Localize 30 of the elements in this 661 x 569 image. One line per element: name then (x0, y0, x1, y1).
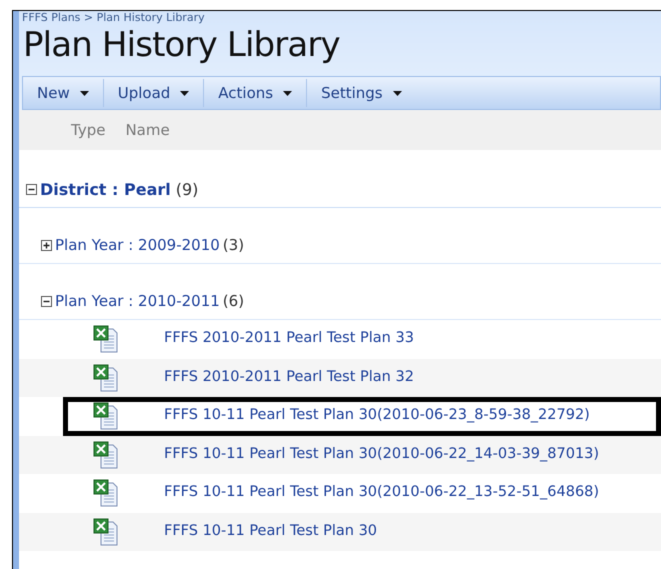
group-count: (3) (222, 235, 244, 256)
document-link[interactable]: FFFS 10-11 Pearl Test Plan 30 (164, 520, 378, 543)
subgroup-heading[interactable]: Plan Year : 2009-2010 (55, 234, 220, 257)
spreadsheet-file-icon (93, 402, 119, 430)
spreadsheet-file-icon (93, 440, 119, 469)
group-heading[interactable]: District : Pearl (40, 178, 171, 202)
collapse-icon[interactable] (41, 296, 52, 307)
subgroup-heading[interactable]: Plan Year : 2010-2011 (55, 290, 220, 313)
group-count: (6) (222, 291, 244, 312)
column-header[interactable]: Name (125, 118, 170, 142)
column-header[interactable]: Type (71, 118, 106, 142)
dropdown-caret-icon (80, 90, 89, 96)
spreadsheet-file-icon (93, 364, 119, 392)
toolbar-menu-button[interactable]: Upload (104, 77, 204, 109)
group-count: (9) (176, 178, 198, 200)
toolbar-menu-button[interactable]: Settings (307, 77, 416, 109)
document-link[interactable]: FFFS 10-11 Pearl Test Plan 30(2010-06-22_13-52-51_64868) (164, 482, 600, 504)
collapse-icon[interactable] (26, 184, 37, 195)
page-title: Plan History Library (22, 24, 341, 67)
expand-icon[interactable] (41, 240, 52, 251)
dropdown-caret-icon (392, 90, 402, 96)
spreadsheet-file-icon (93, 479, 119, 508)
document-link[interactable]: FFFS 2010-2011 Pearl Test Plan 33 (164, 328, 414, 350)
breadcrumb: FFFS Plans > Plan History Library (22, 11, 206, 24)
spreadsheet-file-icon (93, 518, 119, 546)
dropdown-caret-icon (283, 90, 292, 96)
toolbar-menu-button[interactable]: New (23, 77, 103, 109)
toolbar-menu-button[interactable]: Actions (204, 77, 306, 109)
spreadsheet-file-icon (93, 325, 119, 354)
dropdown-caret-icon (180, 90, 190, 96)
